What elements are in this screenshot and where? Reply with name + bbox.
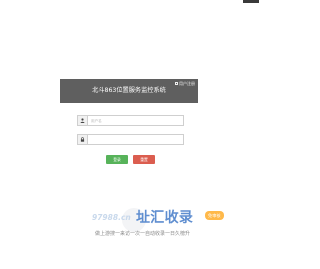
- login-panel: 用户注册 北斗863位置服务监控系统 登录 重置: [60, 79, 198, 174]
- username-field: [77, 115, 184, 126]
- watermark-domain: 97988.cn: [92, 213, 131, 222]
- watermark-badge: 免审核: [205, 211, 224, 220]
- login-button[interactable]: 登录: [106, 155, 128, 164]
- password-field: [77, 134, 184, 145]
- username-input[interactable]: [87, 115, 184, 126]
- reset-button[interactable]: 重置: [133, 155, 155, 164]
- browser-edge-bar: [243, 0, 259, 3]
- watermark: 97988.cn 址汇收录 免审核 做上游搜一来访一次一自动收录一日久榜升: [92, 206, 242, 246]
- password-input[interactable]: [87, 134, 184, 145]
- watermark-brand: 址汇收录: [136, 210, 194, 226]
- page-title: 北斗863位置服务监控系统: [92, 87, 166, 94]
- watermark-slogan: 做上游搜一来访一次一自动收录一日久榜升: [95, 231, 191, 237]
- user-icon: [77, 115, 87, 126]
- panel-header: 用户注册 北斗863位置服务监控系统: [60, 79, 198, 103]
- register-icon: [175, 82, 178, 85]
- lock-icon: [77, 134, 87, 145]
- page: 用户注册 北斗863位置服务监控系统 登录 重置: [0, 0, 259, 269]
